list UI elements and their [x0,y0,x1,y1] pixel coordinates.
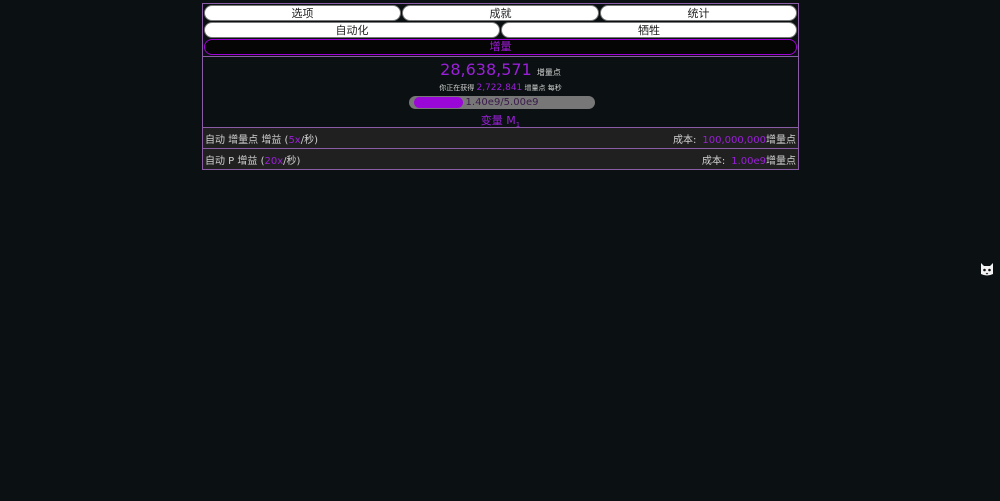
cost-value: 1.00e9 [731,155,766,167]
tab-automation[interactable]: 自动化 [204,22,500,38]
variable-label: 变量 M1 [203,112,798,129]
upgrade-rate: 20x [264,155,284,167]
upgrade-label-text: 自动 增量点 增益 ( [205,134,289,146]
points-unit: 增量点 [536,68,561,77]
rate-prefix: 你正在获得 [439,84,475,92]
cost-value: 100,000,000 [702,134,766,146]
main-display: 28,638,571 增量点 你正在获得 2,722,841 增量点 每秒 1.… [203,57,798,129]
tabs-row-1: 选项 成就 统计 [203,4,798,21]
upgrade-rate: 5x [288,134,301,146]
rate-unit: 增量点 [524,84,546,92]
subtab-increment[interactable]: 增量 [204,39,797,55]
variable-subscript: 1 [515,121,521,130]
upgrade-label-end: /秒) [300,134,318,146]
upgrade-auto-p[interactable]: 自动 P 增益 (20x/秒) 成本: 1.00e9增量点 [203,148,798,169]
progress-text: 1.40e9/5.00e9 [465,97,539,108]
rate-display: 你正在获得 2,722,841 增量点 每秒 [203,83,798,93]
tabs-row-2: 自动化 牺牲 [203,21,798,38]
cost-label: 成本: [673,134,697,146]
cost-label: 成本: [701,155,726,167]
points-display: 28,638,571 增量点 [203,60,798,79]
variable-name: 变量 M [480,114,516,127]
progress-bar: 1.40e9/5.00e9 [409,96,595,109]
points-value: 28,638,571 [440,60,532,79]
cat-icon[interactable] [980,261,994,277]
rate-suffix: 每秒 [547,84,562,92]
upgrade-label-text: 自动 P 增益 ( [205,155,265,167]
tab-options[interactable]: 选项 [204,5,401,21]
game-panel: 选项 成就 统计 自动化 牺牲 增量 28,638,571 增量点 你正在获得 … [202,3,799,170]
tab-achievements[interactable]: 成就 [402,5,599,21]
tab-sacrifice[interactable]: 牺牲 [501,22,797,38]
cost-unit: 增量点 [766,134,796,146]
tab-statistics[interactable]: 统计 [600,5,797,21]
upgrade-label: 自动 增量点 增益 (5x/秒) [205,131,318,146]
upgrade-cost: 成本: 1.00e9增量点 [702,152,796,167]
cost-unit: 增量点 [766,155,796,167]
upgrade-cost: 成本: 100,000,000增量点 [673,131,796,146]
upgrade-auto-points[interactable]: 自动 增量点 增益 (5x/秒) 成本: 100,000,000增量点 [203,127,798,148]
upgrade-label-end: /秒) [283,155,301,167]
rate-value: 2,722,841 [476,83,523,93]
upgrade-label: 自动 P 增益 (20x/秒) [205,152,300,167]
